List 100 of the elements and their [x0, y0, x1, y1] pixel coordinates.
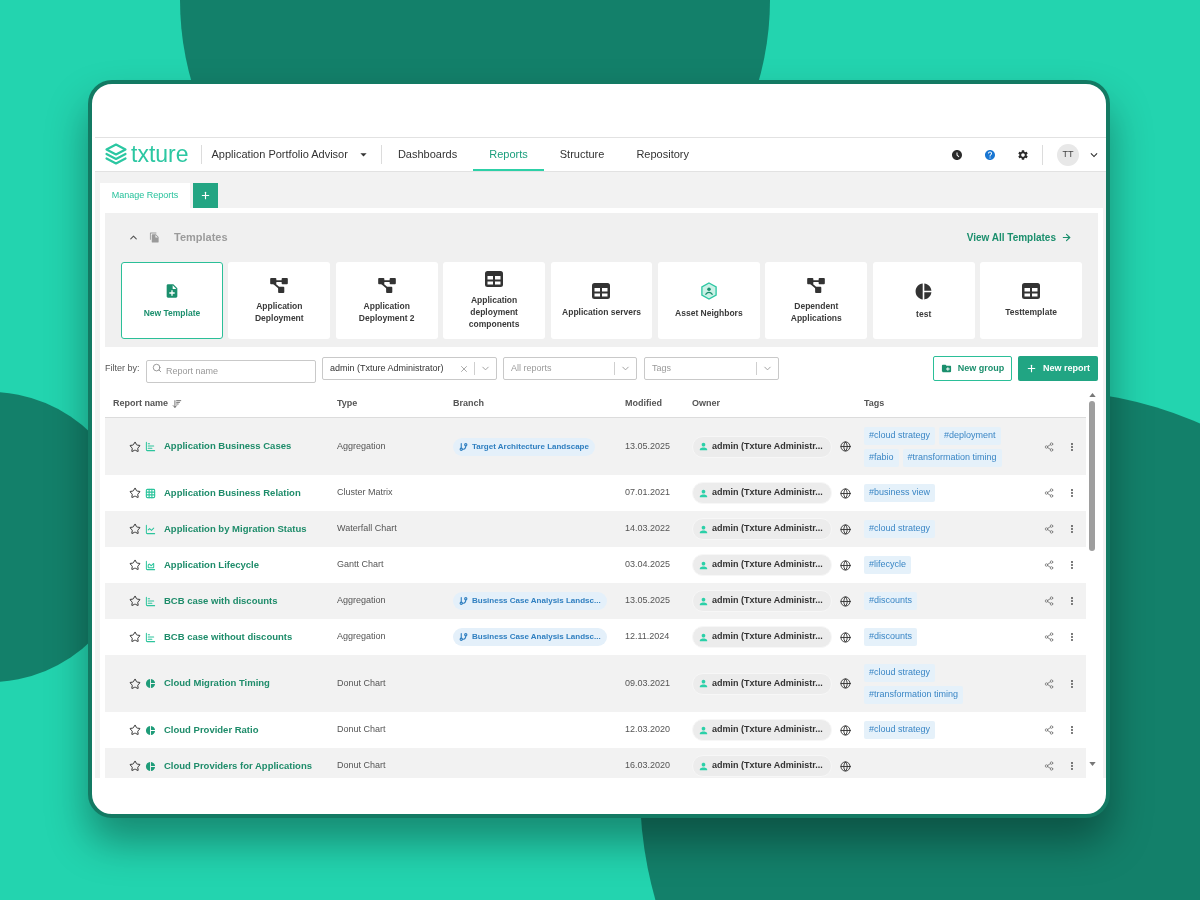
star-icon[interactable]	[129, 677, 141, 690]
nav-tab[interactable]: Repository	[620, 138, 705, 171]
sort-icon	[172, 398, 182, 409]
tag: #transformation timing	[864, 685, 964, 704]
column-header[interactable]: Owner	[692, 396, 720, 411]
add-tab-button[interactable]	[193, 183, 218, 208]
nav-tab[interactable]: Dashboards	[381, 138, 474, 171]
view-all-link[interactable]: View All Templates	[966, 229, 1072, 245]
person-icon	[698, 523, 709, 535]
column-header[interactable]: Type	[337, 396, 358, 411]
section-title: Templates	[174, 229, 228, 245]
tag: #cloud strategy	[864, 520, 936, 538]
globe-icon	[839, 523, 851, 535]
share-icon[interactable]	[1044, 632, 1054, 642]
share-icon[interactable]	[1044, 596, 1054, 606]
star-icon[interactable]	[129, 631, 141, 643]
modified-date: 14.03.2022	[625, 522, 671, 536]
clock-icon[interactable]	[951, 148, 963, 161]
report-link[interactable]: Cloud Providers for Applications	[164, 758, 312, 774]
modified-date: 03.04.2025	[625, 558, 671, 572]
nav-tab[interactable]: Structure	[543, 138, 621, 171]
person-icon	[698, 441, 709, 452]
tag: #transformation timing	[902, 448, 1002, 467]
template-card[interactable]: Application servers	[550, 262, 653, 339]
star-icon[interactable]	[129, 559, 141, 571]
tag: #cloud strategy	[864, 663, 936, 682]
report-link[interactable]: Application Business Cases	[164, 439, 292, 454]
column-header[interactable]: Report name	[113, 396, 182, 411]
globe-icon	[839, 487, 851, 499]
hexagon-person-icon	[700, 282, 717, 300]
template-card[interactable]: Application Deployment	[228, 262, 331, 339]
share-icon[interactable]	[1044, 441, 1054, 452]
branch-name: Business Case Analysis Landsc...	[472, 595, 601, 607]
globe-icon	[839, 559, 851, 571]
template-card[interactable]: Application deployment components	[443, 262, 546, 339]
owner-select[interactable]: admin (Txture Administrator)	[322, 357, 497, 380]
report-link[interactable]: Cloud Provider Ratio	[164, 722, 259, 738]
pages-icon	[149, 231, 160, 243]
star-icon[interactable]	[129, 595, 141, 607]
scroll-down-icon[interactable]	[1088, 762, 1096, 766]
new-group-button[interactable]: New group	[933, 356, 1012, 381]
report-link[interactable]: Application by Migration Status	[164, 521, 307, 537]
star-icon[interactable]	[129, 760, 141, 772]
report-link[interactable]: BCB case without discounts	[164, 629, 293, 645]
report-type: Donut Chart	[337, 676, 386, 690]
star-icon[interactable]	[129, 724, 141, 736]
share-icon[interactable]	[1044, 725, 1054, 735]
branch-icon	[459, 632, 468, 642]
report-link[interactable]: Application Business Relation	[164, 485, 301, 501]
owner-name: admin (Txture Administr...	[712, 594, 823, 608]
settings-icon[interactable]	[1017, 148, 1029, 161]
connected-nodes-icon	[807, 277, 826, 293]
tag: #cloud strategy	[864, 426, 936, 445]
tag: #lifecycle	[864, 556, 911, 574]
connected-nodes-icon	[270, 277, 289, 293]
report-link[interactable]: BCB case with discounts	[164, 593, 278, 609]
report-link[interactable]: Cloud Migration Timing	[164, 676, 270, 691]
owner-name: admin (Txture Administr...	[712, 439, 823, 453]
table-icon	[1022, 283, 1041, 299]
star-icon[interactable]	[129, 523, 141, 535]
globe-icon	[839, 760, 851, 772]
report-type: Aggregation	[337, 594, 386, 608]
globe-icon	[839, 631, 851, 643]
template-card[interactable]: Dependent Applications	[765, 262, 868, 339]
branch-name: Target Architecture Landscape	[472, 440, 589, 453]
pie-chart-icon	[145, 724, 156, 736]
star-icon[interactable]	[129, 440, 141, 453]
star-icon[interactable]	[129, 487, 141, 499]
help-icon[interactable]	[984, 148, 996, 161]
share-icon[interactable]	[1044, 524, 1054, 534]
template-card[interactable]: Application Deployment 2	[335, 262, 438, 339]
modified-date: 13.05.2025	[625, 594, 671, 608]
template-card[interactable]: test	[872, 262, 975, 339]
scroll-up-icon[interactable]	[1088, 393, 1096, 397]
search-field[interactable]: Report name	[146, 359, 316, 383]
report-type: Gantt Chart	[337, 558, 384, 572]
column-header[interactable]: Branch	[453, 396, 484, 411]
tag: #business view	[864, 484, 936, 502]
share-icon[interactable]	[1044, 678, 1054, 689]
share-icon[interactable]	[1044, 488, 1054, 498]
person-icon	[698, 487, 709, 499]
column-header[interactable]: Modified	[625, 396, 662, 411]
template-card[interactable]: Testtemplate	[980, 262, 1082, 339]
user-avatar[interactable]: TT	[1057, 143, 1079, 166]
product-switcher[interactable]: Application Portfolio Advisor	[201, 138, 381, 171]
modified-date: 16.03.2020	[625, 759, 671, 773]
share-icon[interactable]	[1044, 560, 1054, 570]
template-card[interactable]: New Template	[121, 262, 223, 339]
bar-chart-icon	[145, 631, 156, 643]
arrow-right-icon	[1061, 231, 1072, 243]
clear-icon[interactable]	[459, 363, 469, 374]
report-type: Cluster Matrix	[337, 486, 393, 500]
share-icon[interactable]	[1044, 761, 1054, 771]
report-link[interactable]: Application Lifecycle	[164, 557, 260, 573]
scrollbar-thumb[interactable]	[1089, 401, 1095, 551]
tag: #discounts	[864, 592, 918, 610]
column-header[interactable]: Tags	[864, 396, 885, 411]
template-card[interactable]: Asset Neighbors	[657, 262, 760, 339]
modified-date: 09.03.2021	[625, 676, 671, 690]
owner-name: admin (Txture Administr...	[712, 759, 823, 773]
